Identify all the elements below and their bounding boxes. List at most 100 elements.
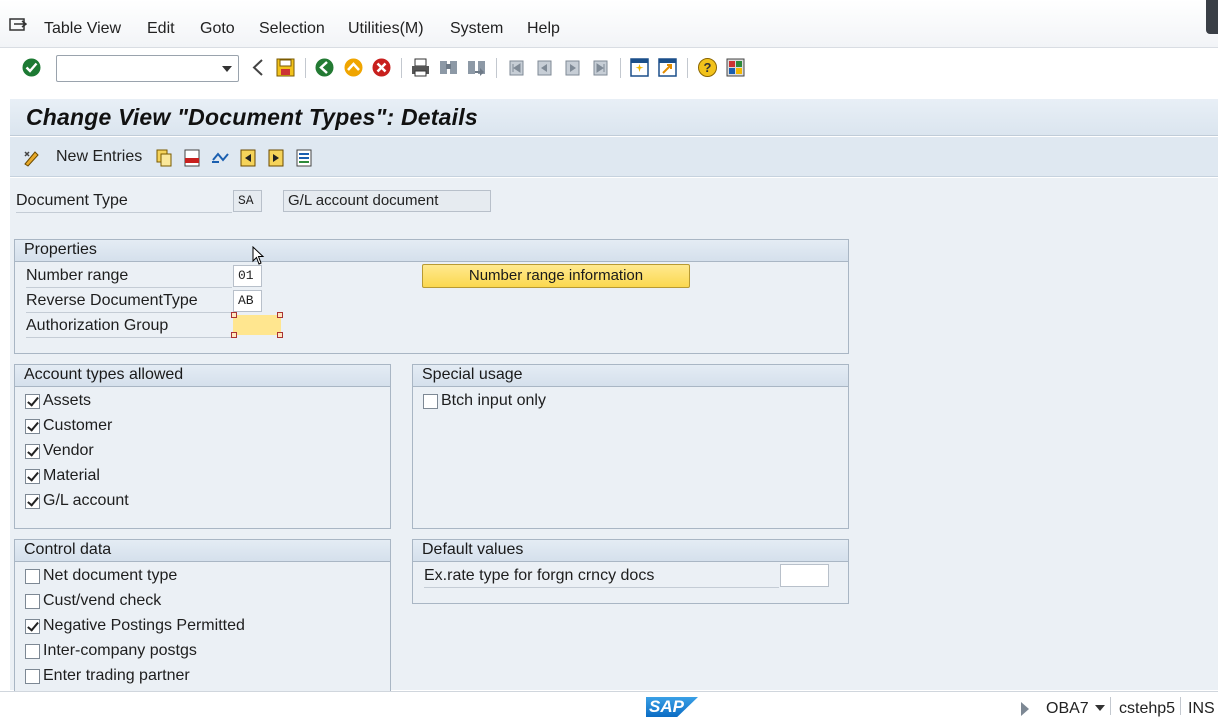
layout-menu-icon[interactable]: [725, 57, 746, 78]
negative-postings-checkbox[interactable]: [25, 619, 40, 634]
reverse-doc-type-input[interactable]: AB: [233, 290, 262, 312]
document-type-field: SA: [233, 190, 262, 212]
status-bar: [0, 691, 1218, 718]
menu-edit[interactable]: Edit: [147, 20, 175, 38]
label-underline: [16, 212, 232, 213]
chevron-down-icon[interactable]: [1095, 705, 1105, 711]
back-green-icon[interactable]: [314, 57, 335, 78]
print-icon[interactable]: [410, 57, 431, 78]
label-underline: [26, 337, 232, 338]
inter-company-checkbox[interactable]: [25, 644, 40, 659]
server-name: cstehp5: [1119, 700, 1176, 717]
batch-input-checkbox[interactable]: [423, 394, 438, 409]
authorization-group-input[interactable]: [233, 315, 281, 335]
svg-text:?: ?: [704, 60, 712, 75]
material-label: Material: [43, 467, 100, 484]
selection-handle: [277, 332, 283, 338]
vendor-checkbox[interactable]: [25, 444, 40, 459]
enter-icon[interactable]: [21, 57, 42, 78]
page-title: Change View "Document Types": Details: [26, 104, 478, 130]
undo-change-icon[interactable]: [210, 148, 230, 168]
toolbar-separator: [496, 58, 497, 78]
help-icon[interactable]: ?: [697, 57, 718, 78]
status-separator: [1110, 697, 1111, 715]
menu-help[interactable]: Help: [527, 20, 560, 38]
sap-logo-text: SAP: [649, 697, 684, 716]
exchange-rate-type-label: Ex.rate type for forgn crncy docs: [424, 567, 655, 584]
status-expand-icon[interactable]: [1021, 702, 1029, 716]
trading-partner-checkbox[interactable]: [25, 669, 40, 684]
gl-account-checkbox[interactable]: [25, 494, 40, 509]
chevron-down-icon[interactable]: [222, 66, 232, 72]
insert-mode: INS: [1188, 700, 1215, 717]
first-page-icon[interactable]: [506, 57, 527, 78]
label-underline: [26, 312, 232, 313]
next-page-icon[interactable]: [562, 57, 583, 78]
display-change-icon[interactable]: [22, 148, 42, 168]
selection-handle: [277, 312, 283, 318]
negative-postings-label: Negative Postings Permitted: [43, 617, 245, 634]
mouse-cursor-icon: [252, 246, 265, 265]
status-separator: [1180, 697, 1181, 715]
delete-icon[interactable]: [182, 148, 202, 168]
exchange-rate-type-input[interactable]: [780, 564, 829, 587]
net-document-type-checkbox[interactable]: [25, 569, 40, 584]
previous-entry-icon[interactable]: [238, 148, 258, 168]
last-page-icon[interactable]: [590, 57, 611, 78]
assets-label: Assets: [43, 392, 92, 409]
toolbar-separator: [687, 58, 688, 78]
shortcut-icon[interactable]: [657, 57, 678, 78]
cust-vend-check-checkbox[interactable]: [25, 594, 40, 609]
save-icon[interactable]: [275, 57, 296, 78]
label-underline: [26, 287, 232, 288]
menu-utilities[interactable]: Utilities(M): [348, 20, 424, 38]
authorization-group-label: Authorization Group: [26, 317, 169, 334]
toolbar-separator: [620, 58, 621, 78]
command-input[interactable]: [61, 56, 211, 79]
new-entries-button[interactable]: New Entries: [56, 148, 142, 166]
select-all-icon[interactable]: [294, 148, 314, 168]
special-usage-group: Special usage: [412, 364, 849, 529]
number-range-information-button[interactable]: Number range information: [422, 264, 690, 288]
batch-input-label: Btch input only: [441, 392, 546, 409]
transaction-code: OBA7: [1046, 700, 1089, 717]
find-icon[interactable]: [438, 57, 459, 78]
menu-goto[interactable]: Goto: [200, 20, 235, 38]
account-types-title: Account types allowed: [15, 365, 390, 387]
menu-selection[interactable]: Selection: [259, 20, 325, 38]
prev-page-icon[interactable]: [534, 57, 555, 78]
gl-account-label: G/L account: [43, 492, 129, 509]
menu-system[interactable]: System: [450, 20, 503, 38]
assets-checkbox[interactable]: [25, 394, 40, 409]
cust-vend-check-label: Cust/vend check: [43, 592, 162, 609]
toolbar-separator: [305, 58, 306, 78]
toolbar-separator: [401, 58, 402, 78]
label-underline: [424, 587, 779, 588]
menu-bar: Table View Edit Goto Selection Utilities…: [0, 0, 1218, 48]
material-checkbox[interactable]: [25, 469, 40, 484]
selection-handle: [231, 332, 237, 338]
system-menu-icon[interactable]: [9, 18, 27, 34]
selection-handle: [231, 312, 237, 318]
trading-partner-label: Enter trading partner: [43, 667, 190, 684]
document-type-description: G/L account document: [283, 190, 491, 212]
cancel-icon[interactable]: [371, 57, 392, 78]
next-entry-icon[interactable]: [266, 148, 286, 168]
command-field[interactable]: [56, 55, 239, 82]
back-arrow-icon[interactable]: [248, 57, 269, 78]
find-next-icon[interactable]: [466, 57, 487, 78]
net-document-type-label: Net document type: [43, 567, 178, 584]
reverse-doc-type-label: Reverse DocumentType: [26, 292, 198, 309]
number-range-input[interactable]: 01: [233, 265, 262, 287]
title-bar: Change View "Document Types": Details: [10, 99, 1218, 136]
customer-label: Customer: [43, 417, 113, 434]
menu-table-view[interactable]: Table View: [44, 20, 121, 38]
customer-checkbox[interactable]: [25, 419, 40, 434]
new-session-icon[interactable]: [629, 57, 650, 78]
exit-icon[interactable]: [343, 57, 364, 78]
number-range-label: Number range: [26, 267, 129, 284]
vendor-label: Vendor: [43, 442, 94, 459]
window-control[interactable]: [1206, 0, 1218, 34]
copy-as-icon[interactable]: [154, 148, 174, 168]
control-data-title: Control data: [15, 540, 390, 562]
